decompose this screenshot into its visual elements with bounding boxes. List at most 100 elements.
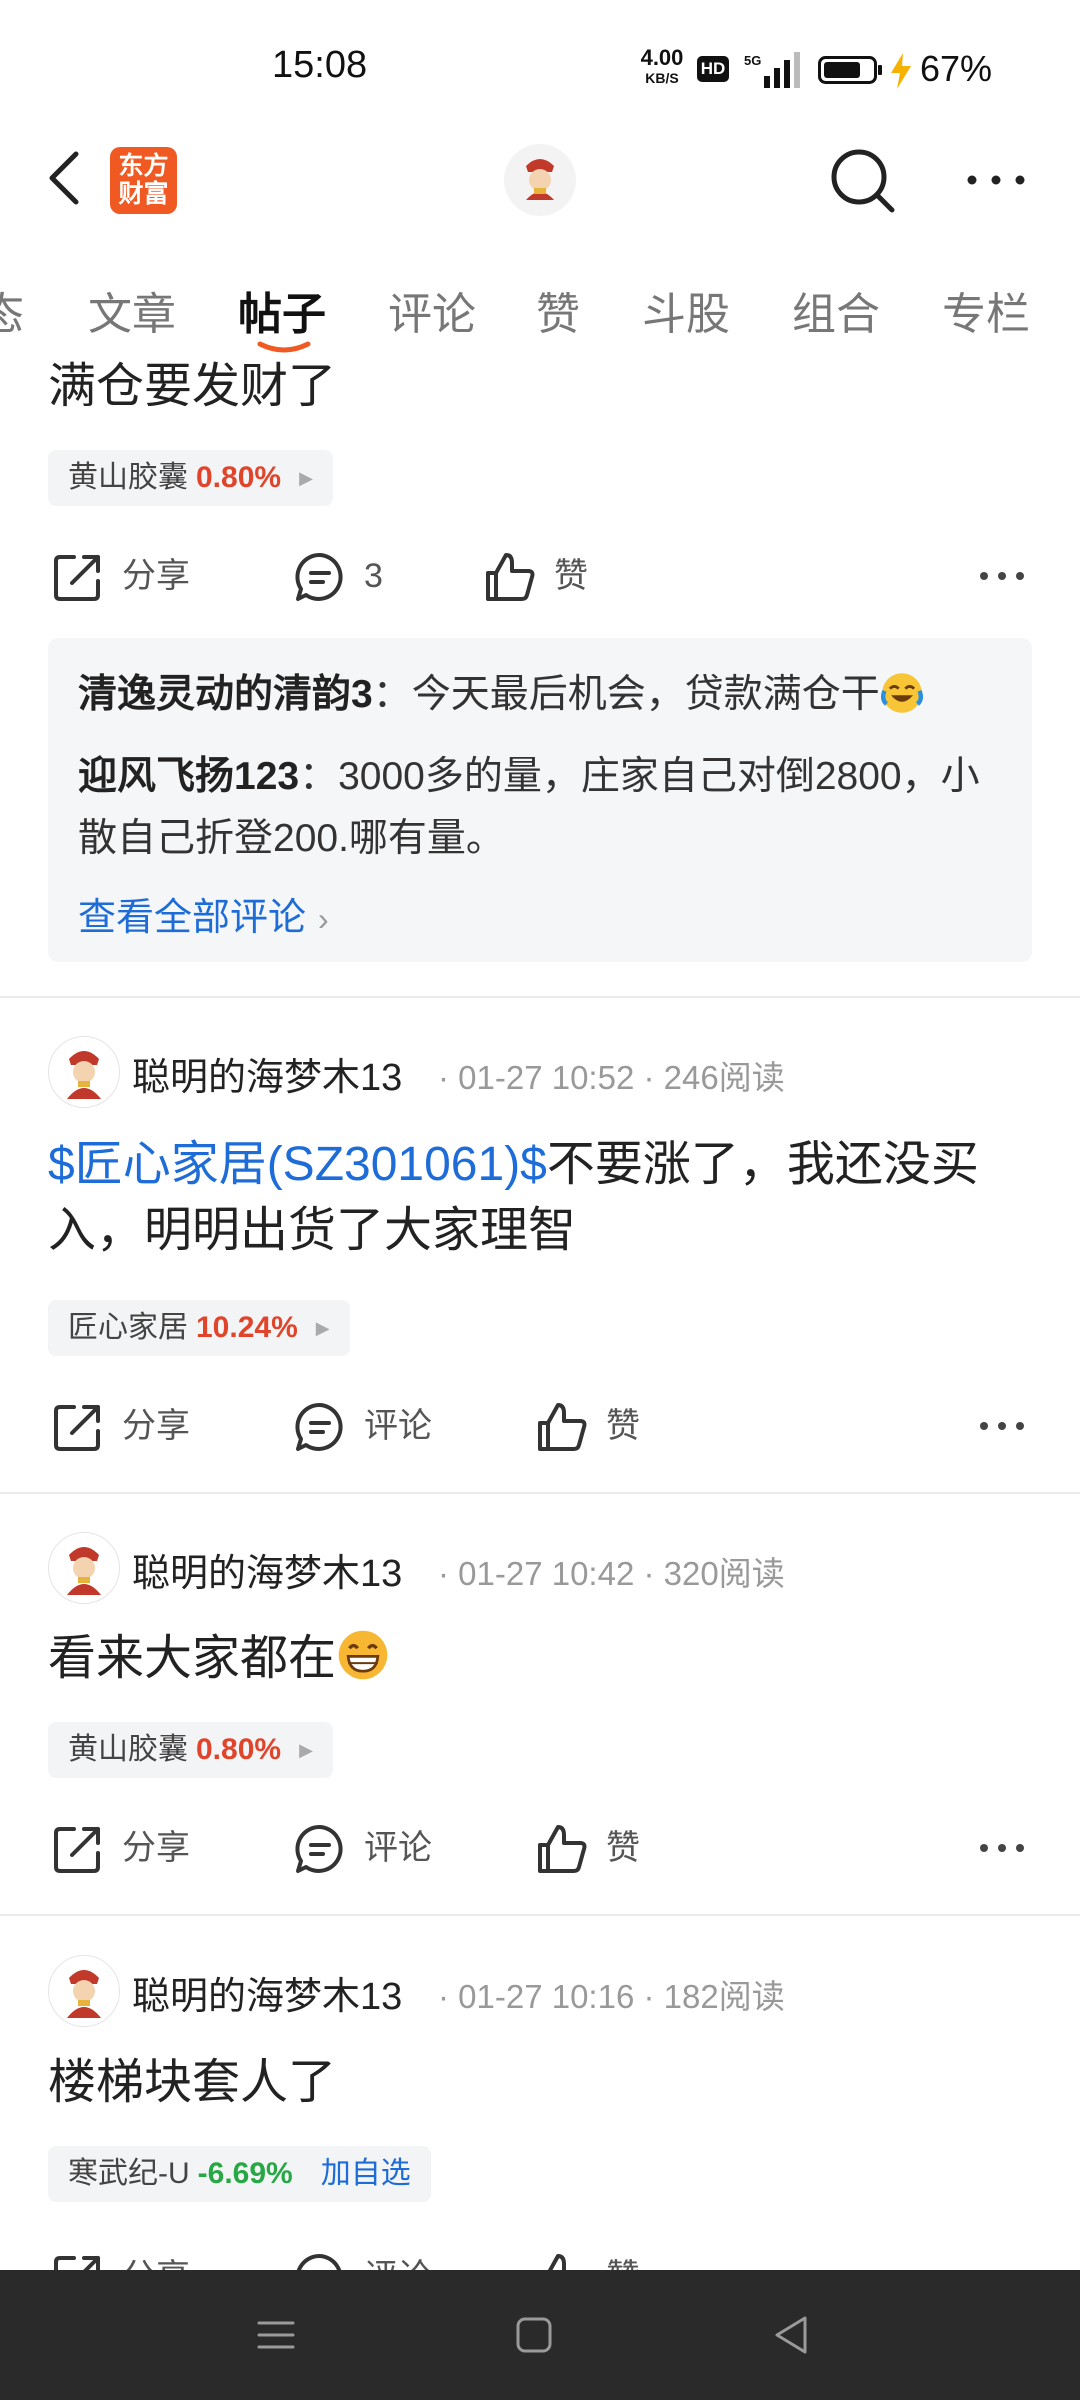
comment-button[interactable]: 评论 <box>292 1815 452 1881</box>
comment-item[interactable]: 迎风飞扬123：3000多的量，庄家自己对倒2800，小散自己折登200.哪有量… <box>78 746 1008 870</box>
comment-button[interactable]: 评论 <box>292 1393 452 1459</box>
thumbs-up-icon <box>538 1403 587 1451</box>
comment-icon <box>295 1824 343 1873</box>
like-button[interactable]: 赞 <box>482 543 602 609</box>
post-text[interactable]: 看来大家都在 <box>48 1626 390 1692</box>
brand-logo[interactable]: 东方 财富 <box>110 147 177 214</box>
share-icon <box>54 555 100 601</box>
comments-preview: 清逸灵动的清韵3：今天最后机会，贷款满仓干 迎风飞扬123：3000多的量，庄家… <box>48 638 1032 962</box>
charging-icon <box>891 53 911 89</box>
battery-icon <box>818 56 882 84</box>
laughing-crying-emoji-icon <box>880 673 923 713</box>
stock-tag[interactable]: 黄山胶囊 0.80% ▶ <box>48 1722 333 1778</box>
post-more-icon[interactable] <box>978 1419 1026 1433</box>
post-divider <box>0 1492 1080 1494</box>
comment-button[interactable]: 3 <box>292 543 412 609</box>
comment-count: 3 <box>364 557 383 595</box>
share-icon <box>54 2256 100 2270</box>
tab-dynamics[interactable]: 态 <box>0 278 24 342</box>
svg-text:5G: 5G <box>744 53 761 68</box>
home-icon[interactable] <box>509 2310 559 2360</box>
comment-icon <box>296 2253 342 2270</box>
post-text[interactable]: $匠心家居(SZ301061)$不要涨了，我还没买入，明明出货了大家理智 <box>48 1132 1008 1264</box>
stock-tag[interactable]: 寒武纪-U -6.69% 加自选 <box>48 2146 431 2202</box>
post-author-row[interactable]: 聪明的海梦木13 · 01-27 10:52 · 246阅读 <box>48 1036 1032 1108</box>
more-options-icon[interactable] <box>964 165 1028 195</box>
share-button[interactable]: 分享 <box>50 1815 210 1881</box>
stock-change: 0.80% <box>196 461 282 494</box>
share-icon <box>54 1827 100 1873</box>
stock-link[interactable]: $匠心家居(SZ301061)$ <box>48 1138 547 1191</box>
thumbs-up-icon <box>547 2254 580 2270</box>
comment-author[interactable]: 迎风飞扬123 <box>78 755 299 798</box>
post-more-icon[interactable] <box>978 569 1026 583</box>
comment-item[interactable]: 清逸灵动的清韵3：今天最后机会，贷款满仓干 <box>78 664 1008 726</box>
share-button[interactable]: 分享 <box>50 1393 210 1459</box>
stock-change: 10.24% <box>196 1311 298 1344</box>
back-icon[interactable] <box>40 148 90 208</box>
like-button[interactable]: 赞 <box>534 1393 654 1459</box>
comment-icon <box>295 1402 343 1451</box>
author-name[interactable]: 聪明的海梦木13 <box>132 1046 402 1101</box>
comment-button[interactable]: 评论 <box>292 2244 452 2270</box>
post-meta: · 01-27 10:52 · 246阅读 <box>438 1059 785 1096</box>
tab-comments[interactable]: 评论 <box>388 278 476 342</box>
tab-articles[interactable]: 文章 <box>88 278 176 342</box>
grinning-emoji-icon <box>338 1630 388 1680</box>
view-all-comments-link[interactable]: 查看全部评论 › <box>78 886 329 941</box>
post-divider <box>0 996 1080 998</box>
author-name[interactable]: 聪明的海梦木13 <box>132 1965 402 2020</box>
like-button[interactable]: 赞 <box>534 1815 654 1881</box>
post-divider <box>0 1914 1080 1916</box>
share-icon <box>54 1405 100 1451</box>
like-button[interactable]: 赞 <box>534 2244 654 2270</box>
post-more-icon[interactable] <box>978 1841 1026 1855</box>
stock-tag[interactable]: 匠心家居 10.24% ▶ <box>48 1300 350 1356</box>
post-text[interactable]: 满仓要发财了 <box>48 354 336 420</box>
network-speed: 4.00 KB/S <box>640 45 684 87</box>
hd-icon: HD <box>697 56 729 82</box>
post-meta: · 01-27 10:42 · 320阅读 <box>438 1555 785 1592</box>
stock-name: 匠心家居 <box>68 1311 188 1344</box>
thumbs-up-icon <box>538 1825 587 1873</box>
comment-text: 今天最后机会，贷款满仓干 <box>411 673 880 716</box>
thumbs-up-icon <box>486 553 535 601</box>
stock-name: 黄山胶囊 <box>68 461 188 494</box>
active-tab-indicator <box>257 341 311 353</box>
stock-name: 寒武纪-U <box>68 2157 190 2190</box>
tab-portfolio[interactable]: 组合 <box>792 278 880 342</box>
post-meta: · 01-27 10:16 · 182阅读 <box>438 1978 785 2015</box>
stock-change: -6.69% <box>197 2157 293 2190</box>
tab-bar: 态 文章 帖子 评论 赞 斗股 组合 专栏 <box>0 270 1080 350</box>
search-icon[interactable] <box>828 146 898 216</box>
stock-name: 黄山胶囊 <box>68 1733 188 1766</box>
post-author-row[interactable]: 聪明的海梦木13 · 01-27 10:16 · 182阅读 <box>48 1955 1032 2027</box>
avatar[interactable] <box>48 1532 120 1604</box>
share-button[interactable]: 分享 <box>50 2244 210 2270</box>
signal-5g-icon: 5G <box>744 52 800 88</box>
mascot-avatar-icon[interactable] <box>504 144 576 216</box>
add-to-watchlist-button[interactable]: 加自选 <box>321 2157 411 2190</box>
post-author-row[interactable]: 聪明的海梦木13 · 01-27 10:42 · 320阅读 <box>48 1532 1032 1604</box>
tab-stock-battle[interactable]: 斗股 <box>642 278 730 342</box>
status-bar: 15:08 4.00 KB/S HD 5G 67% <box>0 0 1080 130</box>
battery-percent: 67% <box>920 48 993 89</box>
tab-column[interactable]: 专栏 <box>942 278 1030 342</box>
chevron-right-icon: › <box>318 901 329 937</box>
tab-posts[interactable]: 帖子 <box>238 278 326 342</box>
avatar[interactable] <box>48 1036 120 1108</box>
share-button[interactable]: 分享 <box>50 543 210 609</box>
system-nav-bar <box>0 2270 1080 2400</box>
back-nav-icon[interactable] <box>767 2310 817 2360</box>
stock-change: 0.80% <box>196 1733 282 1766</box>
avatar[interactable] <box>48 1955 120 2027</box>
play-arrow-icon: ▶ <box>315 1318 330 1338</box>
comment-author[interactable]: 清逸灵动的清韵3 <box>78 673 373 716</box>
comment-icon <box>295 552 343 601</box>
post-text[interactable]: 楼梯块套人了 <box>48 2050 336 2116</box>
post-actions-cutoff: 分享 评论 赞 <box>0 2238 1080 2270</box>
author-name[interactable]: 聪明的海梦木13 <box>132 1542 402 1597</box>
stock-tag[interactable]: 黄山胶囊 0.80% ▶ <box>48 450 333 506</box>
menu-icon[interactable] <box>251 2310 301 2360</box>
tab-likes[interactable]: 赞 <box>536 278 580 342</box>
